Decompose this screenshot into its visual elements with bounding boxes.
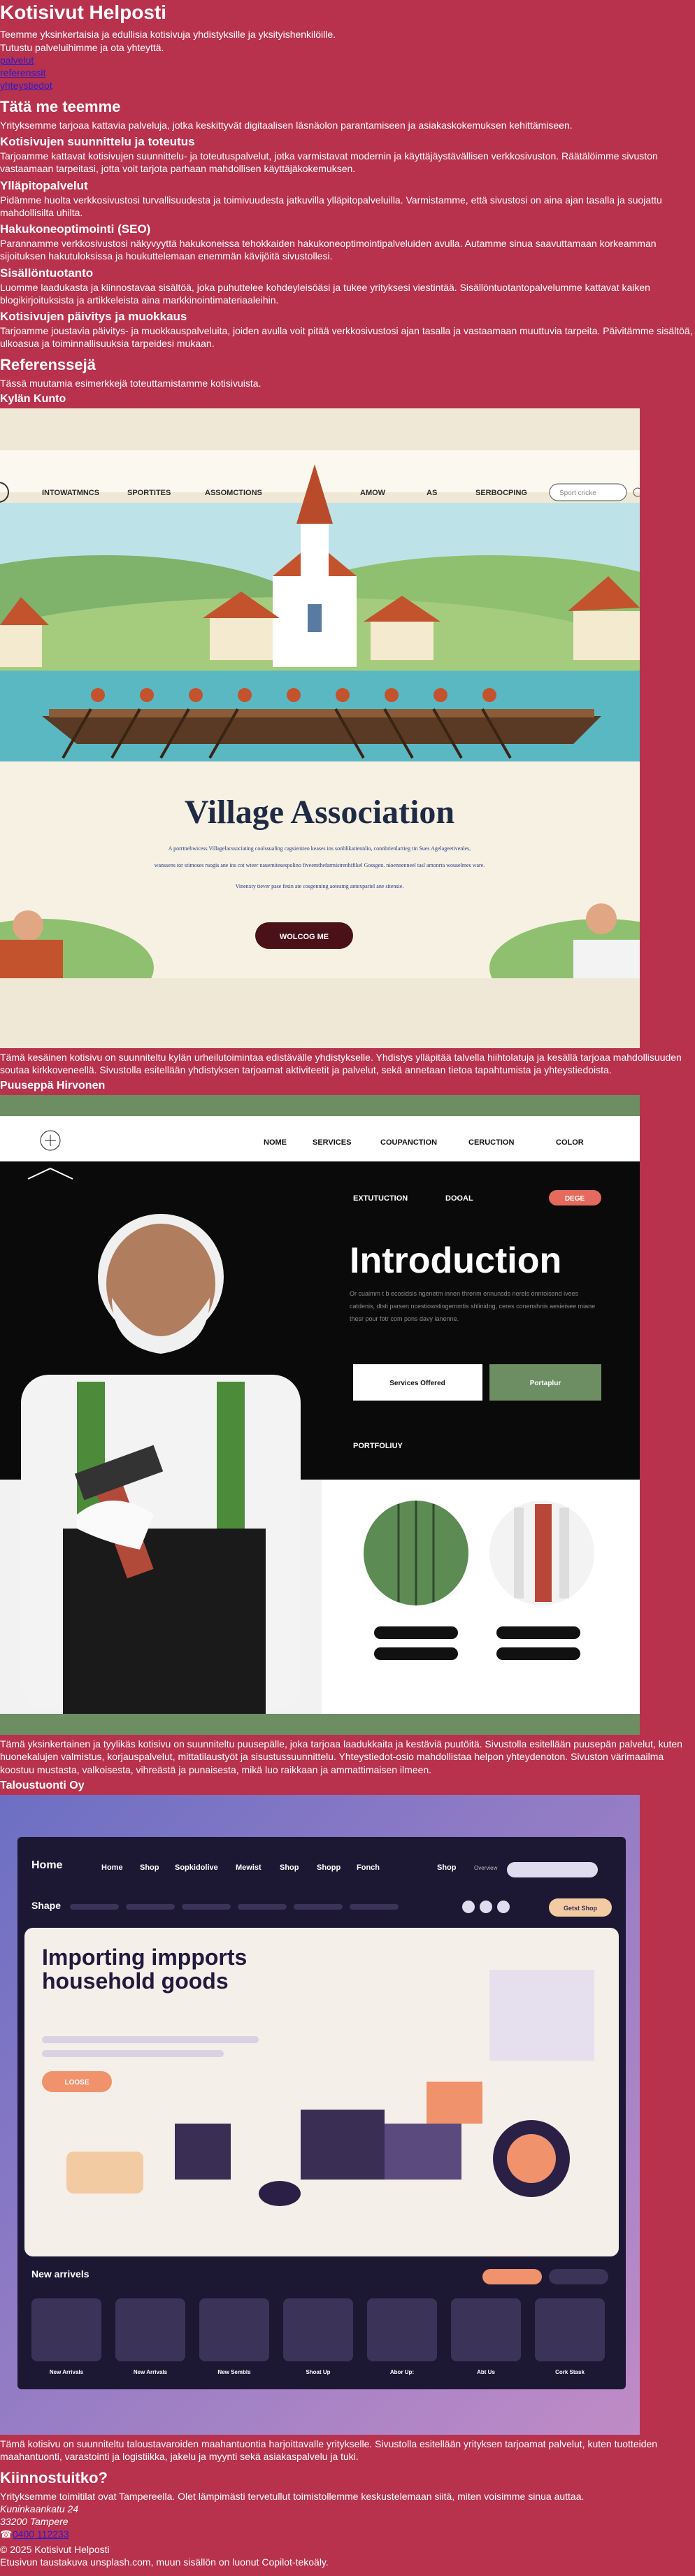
mock-product-label: New Sembls — [217, 2369, 251, 2375]
mock-nav-item: COUPANCTION — [380, 1138, 437, 1147]
reference-title: Puuseppä Hirvonen — [0, 1080, 106, 1092]
service-title: Sisällöntuotanto — [0, 266, 94, 280]
reference-screenshot-village: INTOWATMNCS SPORTITES ASSOMCTIONS AMOW A… — [0, 408, 640, 1049]
mock-product-label: New Arrivals — [50, 2369, 84, 2375]
mock-badge: DEGE — [565, 1195, 585, 1203]
footer-credit: Etusivun taustakuva unsplash.com, muun s… — [0, 2556, 329, 2568]
service-text: Tarjoamme kattavat kotisivujen suunnitte… — [0, 150, 658, 175]
mock-brand: Home — [31, 1859, 63, 1871]
mock-nav-item: Home — [101, 1863, 123, 1872]
contact-heading: Kiinnostuitko? — [0, 2468, 108, 2486]
mock-body-line: A porrtnebwicess Villagelacssociating co… — [169, 845, 471, 852]
nav-link-yhteystiedot[interactable]: yhteystiedot — [0, 80, 52, 91]
mock-nav-item: ASSOMCTIONS — [205, 489, 262, 497]
mock-nav-item: SERBOCPING — [475, 489, 527, 497]
mock-nav-item: Mewist — [236, 1863, 261, 1872]
nav-link-referenssit[interactable]: referenssit — [0, 67, 45, 78]
references-intro: Tässä muutamia esimerkkejä toteuttamista… — [0, 378, 261, 389]
mock-nav-item: NOME — [264, 1138, 287, 1147]
service-title: Kotisivujen suunnittelu ja toteutus — [0, 135, 195, 149]
mock-product-label: Cork Stask — [555, 2369, 585, 2375]
mock-cta-label: LOOSE — [64, 2079, 89, 2087]
mock-nav-item: SPORTITES — [127, 489, 171, 497]
mock-nav-item: Sopkidolive — [175, 1863, 218, 1872]
reference-screenshot-import: Home Home Shop Sopkidolive Mewist Shop S… — [0, 1794, 640, 2435]
footer-copyright: © 2025 Kotisivut Helposti — [0, 2544, 110, 2556]
service-title: Ylläpitopalvelut — [0, 178, 88, 192]
mock-body-line: wanssens tor stimoses ruogis ane ins cot… — [155, 862, 485, 868]
mock-nav-item: Overview — [474, 1865, 498, 1871]
mock-nav-item: AS — [427, 489, 437, 497]
reference-caption: Tämä yksinkertainen ja tyylikäs kotisivu… — [0, 1738, 682, 1775]
mock-button-label: Portaplur — [530, 1380, 561, 1387]
mock-section-title: New arrivels — [31, 2268, 89, 2280]
mock-hero-body: Or cuaimm t b ecosidsis ngenetm innen th… — [350, 1290, 596, 1323]
mock-nav-item: Shop — [280, 1863, 299, 1872]
mock-nav-item: INTOWATMNCS — [42, 489, 99, 497]
mock-nav-item: Fonch — [357, 1863, 380, 1872]
service-text: Pidämme huolta verkkosivustosi turvallis… — [0, 194, 662, 218]
site-footer: © 2025 Kotisivut Helposti Etusivun taust… — [0, 2543, 695, 2568]
services-heading: Tätä me teemme — [0, 98, 121, 116]
contact-section: Kiinnostuitko? Yrityksemme toimitilat ov… — [0, 2468, 695, 2540]
mock-shape-label: Shape — [31, 1900, 61, 1911]
mock-product-label: Abt Us — [477, 2369, 495, 2375]
mock-nav-item: Shopp — [317, 1863, 341, 1872]
mock-nav-item: Shop — [140, 1863, 159, 1872]
mock-subnav-item: EXTUTUCTION — [353, 1194, 408, 1203]
reference-title: Kylän Kunto — [0, 393, 66, 406]
mock-body-line: Vinenxty tiever pase fesin ate cosgennin… — [236, 883, 404, 889]
mock-product-label: New Arrivals — [134, 2369, 168, 2375]
mock-nav-item: Shop — [437, 1863, 457, 1872]
mock-portfolio-label: PORTFOLIUY — [353, 1442, 403, 1450]
mock-nav-item: SERVICES — [313, 1138, 351, 1147]
services-section: Tätä me teemme Yrityksemme tarjoaa katta… — [0, 97, 695, 350]
phone-icon: ☎ — [0, 2528, 13, 2540]
mock-product-label: Shoat Up — [306, 2369, 330, 2375]
references-heading: Referenssejä — [0, 356, 96, 374]
mock-button-label: Services Offered — [389, 1380, 445, 1387]
nav-link-palvelut[interactable]: palvelut — [0, 55, 34, 66]
contact-text: Yrityksemme toimitilat ovat Tampereella.… — [0, 2490, 585, 2502]
services-intro: Yrityksemme tarjoaa kattavia palveluja, … — [0, 119, 573, 131]
reference-caption: Tämä kotisivu on suunniteltu taloustavar… — [0, 2438, 658, 2462]
page: Kotisivut Helposti Teemme yksinkertaisia… — [0, 0, 695, 2576]
phone-link[interactable]: 0400 112233 — [13, 2528, 69, 2540]
service-text: Parannamme verkkosivustosi näkyvyyttä ha… — [0, 238, 657, 262]
header-lead-cta: Tutustu palveluihimme ja ota yhteyttä. — [0, 41, 164, 53]
mock-hero-title: Importing impports household goods — [42, 1945, 248, 1994]
service-title: Kotisivujen päivitys ja muokkaus — [0, 309, 187, 323]
mock-nav-item: CERUCTION — [468, 1138, 514, 1147]
header-lead: Teemme yksinkertaisia ja edullisia kotis… — [0, 29, 336, 41]
service-title: Hakukoneoptimointi (SEO) — [0, 222, 151, 236]
contact-phone-line: ☎ 0400 112233 — [0, 2528, 695, 2540]
reference-screenshot-carpenter: NOME SERVICES COUPANCTION CERUCTION COLO… — [0, 1095, 640, 1736]
site-header: Kotisivut Helposti Teemme yksinkertaisia… — [0, 0, 695, 54]
mock-nav-item: COLOR — [556, 1138, 584, 1147]
mock-nav-item: AMOW — [360, 489, 386, 497]
mock-cta-label: WOLCOG ME — [280, 933, 329, 941]
address-city: 33200 Tampere — [0, 2515, 69, 2527]
mock-product-label: Abor Up: — [390, 2369, 414, 2375]
mock-pill-label: Getst Shop — [564, 1905, 598, 1912]
mock-subnav-item: DOOAL — [445, 1194, 473, 1203]
address-street: Kuninkaankatu 24 — [0, 2503, 79, 2514]
mock-hero-title: Introduction — [350, 1240, 561, 1281]
reference-title: Taloustuonti Oy — [0, 1779, 85, 1791]
mock-hero-title: Village Association — [185, 794, 454, 831]
service-text: Tarjoamme joustavia päivitys- ja muokkau… — [0, 325, 693, 350]
main-nav: palvelut referenssit yhteystiedot — [0, 54, 695, 92]
page-title: Kotisivut Helposti — [0, 1, 167, 23]
reference-caption: Tämä kesäinen kotisivu on suunniteltu ky… — [0, 1052, 682, 1076]
service-text: Luomme laadukasta ja kiinnostavaa sisält… — [0, 281, 650, 306]
mock-search-text: Sport cricke — [559, 489, 596, 497]
references-section: Referenssejä Tässä muutamia esimerkkejä … — [0, 355, 695, 2462]
